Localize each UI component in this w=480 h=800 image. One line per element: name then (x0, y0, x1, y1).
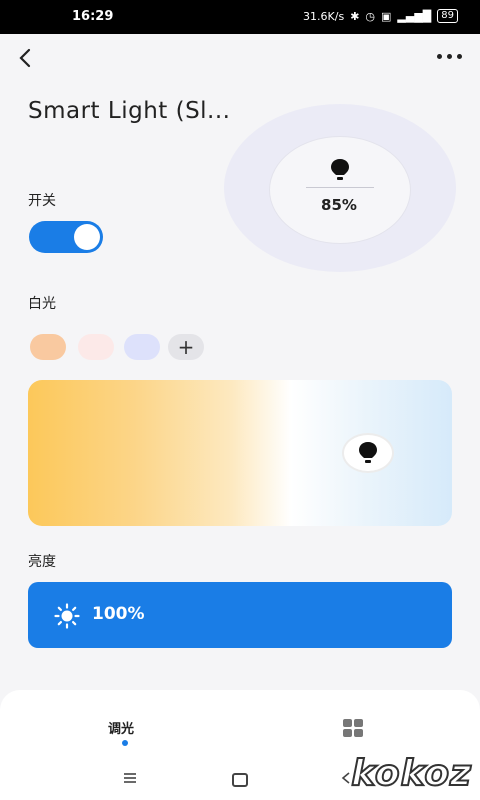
5g-signal-icon: ▂▄▆█ (397, 9, 432, 23)
brightness-label: 亮度 (28, 554, 56, 570)
toggle-knob (74, 224, 100, 250)
battery-icon: 89 (437, 9, 458, 23)
status-icons: 31.6K/s ✱ ◷ ▣ ▂▄▆█ 89 (303, 9, 458, 23)
bulb-icon (359, 442, 377, 463)
swatch-neutral[interactable] (78, 334, 114, 360)
brightness-slider[interactable]: 100% (28, 582, 452, 648)
light-indicator[interactable] (269, 136, 411, 244)
network-speed: 31.6K/s (303, 9, 345, 23)
sun-icon (54, 603, 80, 629)
status-bar: 16:29 31.6K/s ✱ ◷ ▣ ▂▄▆█ 89 (0, 0, 480, 34)
power-toggle[interactable] (29, 221, 103, 253)
hd-icon: ▣ (381, 9, 392, 23)
indicator-percent: 85% (321, 196, 357, 214)
tab-dimming[interactable]: 调光 (108, 718, 134, 737)
bluetooth-icon: ✱ (350, 9, 360, 23)
bulb-icon (331, 159, 349, 180)
page-title: Smart Light (Sl... (28, 98, 231, 124)
home-icon[interactable] (232, 773, 248, 787)
menu-icon[interactable] (123, 772, 137, 784)
power-label: 开关 (28, 193, 56, 209)
watermark-logo: kokoz (350, 752, 472, 795)
color-picker-handle[interactable] (344, 435, 392, 471)
swatch-cool[interactable] (124, 334, 160, 360)
active-tab-indicator (122, 740, 128, 746)
chevron-left-icon[interactable] (14, 46, 38, 70)
indicator-divider (306, 187, 374, 188)
swatch-warm[interactable] (30, 334, 66, 360)
white-light-label: 白光 (28, 296, 56, 312)
back-icon[interactable] (340, 772, 352, 784)
status-time: 16:29 (72, 9, 114, 24)
more-dots-icon[interactable] (437, 54, 462, 59)
add-swatch-button[interactable]: + (168, 334, 204, 360)
brightness-value: 100% (92, 604, 145, 624)
grid-icon[interactable] (343, 719, 363, 737)
alarm-icon: ◷ (365, 9, 376, 23)
